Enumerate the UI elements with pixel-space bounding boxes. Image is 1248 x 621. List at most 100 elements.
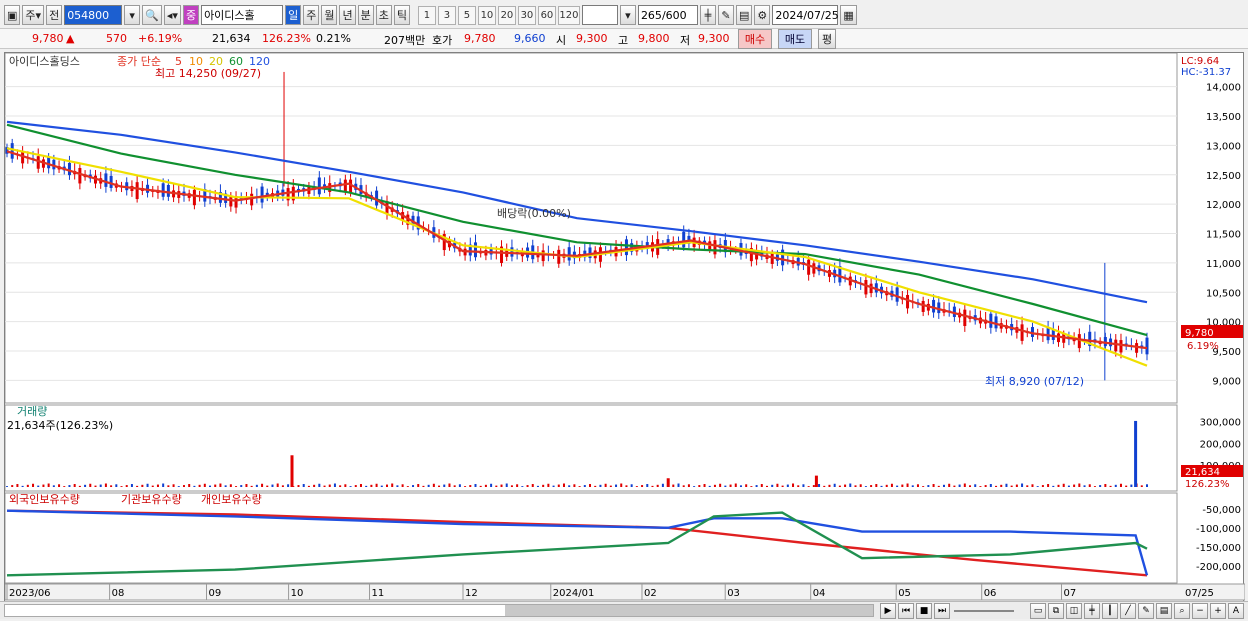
period-day[interactable]: 일: [285, 5, 302, 25]
split-icon[interactable]: ◫: [1066, 603, 1082, 619]
volume-tick-label: 300,000: [1200, 417, 1241, 428]
volume-panel: [4, 404, 1178, 492]
price-tick-label: 9,000: [1212, 376, 1241, 387]
chart-type-icon[interactable]: ╪: [1084, 603, 1100, 619]
bottom-bar: ▶ ⏮ ■ ⏭ ▭ ⧉ ◫ ╪ ┃ ╱ ✎ ▤ ⌕ − + A: [0, 601, 1248, 619]
zoom-in-icon[interactable]: +: [1210, 603, 1226, 619]
volume-bar: [32, 483, 35, 487]
volume-bar: [302, 484, 305, 487]
bar-icon[interactable]: ┃: [1102, 603, 1118, 619]
legend-institution: 기관보유수량: [121, 493, 182, 506]
pen-icon[interactable]: ✎: [1138, 603, 1154, 619]
gear-icon[interactable]: ⚙: [754, 5, 771, 25]
volume-bar: [734, 483, 737, 487]
calendar-icon[interactable]: ▦: [840, 5, 857, 25]
period-minute[interactable]: 분: [357, 5, 374, 25]
volume-bar: [693, 486, 696, 487]
change-value: 570: [106, 32, 127, 45]
period-year[interactable]: 년: [339, 5, 356, 25]
market-select[interactable]: 주 ▾: [22, 5, 45, 25]
scroll-thumb[interactable]: [505, 605, 873, 616]
candle-body: [36, 156, 40, 169]
volume-bar: [979, 486, 982, 487]
date-input[interactable]: 2024/07/25: [772, 5, 839, 25]
volume-bar: [177, 486, 180, 487]
volume-bar: [932, 484, 935, 487]
line-tool-icon[interactable]: ╱: [1120, 603, 1136, 619]
scroll-end-icon[interactable]: ⏭: [934, 603, 950, 619]
volume-bar: [172, 484, 175, 487]
volume-bar: [1093, 486, 1096, 487]
interval-5[interactable]: 5: [457, 5, 476, 25]
volume-bar: [146, 483, 149, 487]
period-second[interactable]: 초: [375, 5, 392, 25]
volume-bar: [198, 484, 201, 487]
volume-bar: [443, 484, 446, 487]
price-tick-label: 12,000: [1206, 200, 1241, 211]
period-week[interactable]: 주: [303, 5, 320, 25]
lc-label: LC:9.64: [1181, 56, 1219, 67]
scroll-track[interactable]: [4, 604, 874, 617]
interval-10[interactable]: 10: [477, 5, 496, 25]
interval-60[interactable]: 60: [537, 5, 556, 25]
open-price: 9,300: [576, 32, 608, 45]
interval-30[interactable]: 30: [517, 5, 536, 25]
copy-icon[interactable]: ⧉: [1048, 603, 1064, 619]
volume-bar: [641, 485, 644, 487]
zoom-out-icon[interactable]: −: [1192, 603, 1208, 619]
volume-bar: [261, 483, 264, 487]
volume-bar: [1047, 484, 1050, 487]
scroll-right-icon[interactable]: ▶: [880, 603, 896, 619]
holdings-tick-label: -50,000: [1202, 505, 1241, 516]
print-icon[interactable]: ▤: [1156, 603, 1172, 619]
volume-bar: [849, 483, 852, 487]
sell-button[interactable]: 매도: [778, 29, 812, 49]
period-tick[interactable]: 틱: [393, 5, 410, 25]
volume-bar: [469, 485, 472, 487]
chart-svg[interactable]: 14,000 13,500 13,000 12,500 12,000 11,500 11,0…: [4, 52, 1246, 613]
volume-bar: [235, 486, 238, 487]
interval-3[interactable]: 3: [437, 5, 456, 25]
period-month[interactable]: 월: [321, 5, 338, 25]
candle-body: [1119, 340, 1123, 353]
draw-icon[interactable]: ✎: [717, 5, 734, 25]
prev-button[interactable]: 전: [46, 5, 63, 25]
stop-icon[interactable]: ■: [916, 603, 932, 619]
code-dropdown-icon[interactable]: ▾: [124, 5, 141, 25]
interval-1[interactable]: 1: [417, 5, 436, 25]
save-icon[interactable]: ▤: [735, 5, 753, 25]
code-input[interactable]: 054800: [64, 5, 123, 25]
candle-body: [932, 299, 936, 313]
volume-bar: [927, 485, 930, 487]
volume-bar: [818, 484, 821, 487]
count-input[interactable]: 265/600: [637, 5, 698, 25]
interval-20[interactable]: 20: [497, 5, 516, 25]
volume-bar: [521, 486, 524, 487]
interval-dropdown-icon[interactable]: ▾: [619, 5, 636, 25]
volume-spike: [1134, 420, 1138, 487]
volume-bar: [526, 485, 529, 487]
candle-body: [1114, 339, 1118, 352]
font-size-icon[interactable]: A: [1228, 603, 1244, 619]
search-icon[interactable]: 🔍: [142, 5, 162, 25]
buy-button[interactable]: 매수: [738, 29, 772, 49]
eval-button[interactable]: 평: [818, 29, 836, 49]
window-icon[interactable]: ▭: [1030, 603, 1046, 619]
interval-120[interactable]: 120: [557, 5, 580, 25]
high-annotation: 최고 14,250 (09/27): [155, 67, 261, 80]
volume-bar: [646, 484, 649, 487]
speaker-icon[interactable]: ◂▾: [163, 5, 181, 25]
candle-icon[interactable]: ╪: [699, 5, 716, 25]
interval-input[interactable]: [581, 5, 618, 25]
layout-icon[interactable]: ▣: [4, 5, 21, 25]
x-axis-band: [4, 583, 1246, 601]
scroll-start-icon[interactable]: ⏮: [898, 603, 914, 619]
volume-bar: [94, 485, 97, 487]
volume-bar: [656, 484, 659, 487]
volume-bar: [484, 484, 487, 487]
chart-area[interactable]: 14,000 13,500 13,000 12,500 12,000 11,500 11,0…: [4, 52, 1246, 613]
volume-bar: [984, 485, 987, 487]
zoom-slider[interactable]: [954, 610, 1014, 612]
zoom-icon[interactable]: ⌕: [1174, 603, 1190, 619]
volume-bar: [989, 484, 992, 487]
